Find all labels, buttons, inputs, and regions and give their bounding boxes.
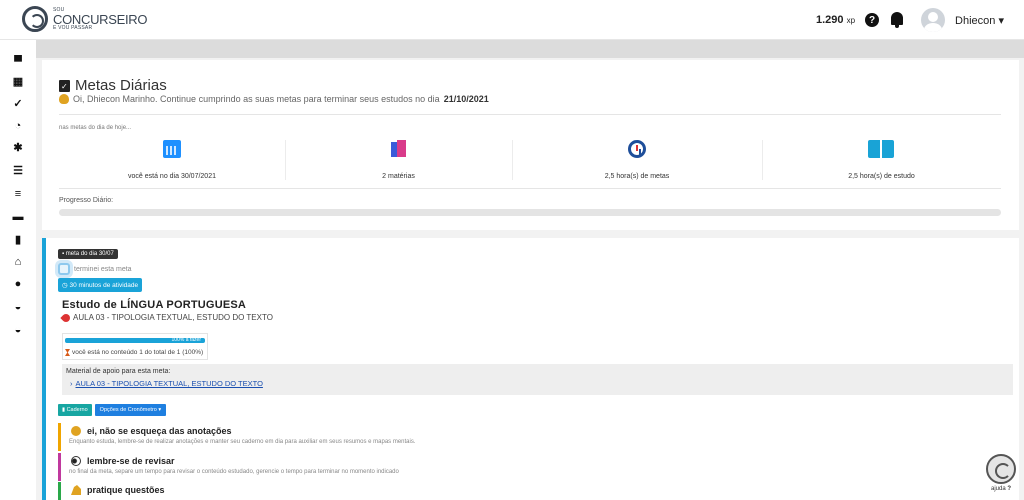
stat-study-hours: 2,5 hora(s) de estudo [762, 140, 1001, 180]
stat-goal-hours: 2,5 hora(s) de metas [512, 140, 762, 180]
content-progress-bar: 100% a fazer [65, 337, 205, 343]
calendar-icon [163, 140, 181, 158]
calendar-icon[interactable]: ▦ [12, 76, 24, 88]
daily-progress-bar [59, 209, 1001, 216]
stat-day: você está no dia 30/07/2021 [59, 140, 285, 180]
list-icon[interactable]: ☰ [12, 165, 24, 177]
progress-label: Progresso Diário: [59, 197, 114, 204]
gear-icon[interactable]: ✱ [12, 142, 24, 154]
metas-summary-card: Metas Diárias Oi, Dhiecon Marinho. Conti… [42, 60, 1019, 230]
open-book-icon [868, 140, 894, 158]
greeting: Oi, Dhiecon Marinho. Continue cumprindo … [59, 94, 489, 104]
logo-icon [22, 6, 48, 32]
timer-options-button[interactable]: Opções de Cronômetro ▾ [94, 404, 167, 416]
content-progress-box: 100% a fazer você está no conteúdo 1 do … [62, 333, 208, 360]
content-text: você está no conteúdo 1 do total de 1 (1… [72, 349, 204, 356]
page-title: Metas Diárias [75, 77, 167, 94]
today-label: nas metas do dia de hoje... [59, 125, 132, 131]
finish-meta-checkbox[interactable] [58, 263, 70, 275]
study-subtitle: AULA 03 - TIPOLOGIA TEXTUAL, ESTUDO DO T… [60, 311, 273, 324]
clock-icon [628, 140, 646, 158]
file-icon[interactable]: ▮ [12, 234, 24, 246]
user-menu[interactable]: Dhiecon ▾ [955, 14, 1004, 27]
tip-review: lembre-se de revisar no final da meta, s… [58, 453, 1013, 481]
meta-card: ▪ meta do dia 30/07 terminei esta meta ◷… [42, 238, 1019, 500]
hand-icon [59, 94, 69, 104]
study-title: Estudo de LÍNGUA PORTUGUESA [62, 299, 247, 311]
eyes-icon [71, 456, 81, 466]
help-widget[interactable]: ajuda ? [984, 454, 1018, 494]
notebook-button[interactable]: ▮ Caderno [58, 404, 92, 416]
material-label: Material de apoio para esta meta: [66, 368, 171, 375]
tip-practice: pratique questões [58, 482, 1013, 500]
sidebar: ▀ ▦ ✓ ◔ ✱ ☰ ≡ ▬ ▮ ⌂ ● ◒ ◒ [0, 40, 36, 500]
coffee-icon[interactable]: ▀ [12, 56, 24, 68]
help-logo-icon [986, 454, 1016, 484]
header-strip [36, 40, 1024, 58]
book-icon[interactable]: ▬ [12, 211, 24, 223]
hourglass-icon [65, 349, 70, 356]
question-icon[interactable]: ? [865, 13, 880, 27]
calendar-check-icon [59, 79, 70, 92]
bank-icon[interactable]: ⌂ [12, 256, 24, 268]
logo-name: CONCURSEIRO [53, 11, 148, 27]
help-label: ajuda ? [990, 486, 1012, 492]
hand-icon [71, 426, 81, 436]
align-icon[interactable]: ≡ [12, 188, 24, 200]
support-material: Material de apoio para esta meta: AULA 0… [62, 364, 1013, 395]
dashboard-icon[interactable]: ◔ [12, 120, 24, 132]
top-bar: SOU CONCURSEIRO E VOU PASSAR 1.290 xp ? … [0, 0, 1024, 40]
inbox-icon[interactable]: ◒ [12, 301, 24, 313]
check-icon[interactable]: ✓ [12, 98, 24, 110]
duration-badge: ◷ 30 minutos de atividade [58, 278, 143, 292]
chevron-down-icon: ▾ [998, 14, 1004, 27]
pin-icon [60, 311, 72, 324]
inbox-icon-2[interactable]: ◒ [12, 324, 24, 336]
checkbox-label: terminei esta meta [74, 265, 132, 273]
stat-subjects: 2 matérias [285, 140, 512, 180]
brand-logo[interactable]: SOU CONCURSEIRO E VOU PASSAR [22, 6, 148, 32]
divider [59, 114, 1001, 115]
avatar[interactable] [921, 8, 946, 32]
books-icon [389, 140, 407, 158]
muscle-icon [71, 485, 81, 495]
day-badge: ▪ meta do dia 30/07 [58, 249, 118, 259]
bell-icon[interactable] [889, 11, 905, 29]
brain-icon[interactable]: ● [12, 278, 24, 290]
tip-notes: ei, não se esqueça das anotações Enquant… [58, 423, 1013, 451]
xp-counter: 1.290 xp [816, 14, 856, 26]
material-link[interactable]: AULA 03 - TIPOLOGIA TEXTUAL, ESTUDO DO T… [70, 379, 263, 388]
